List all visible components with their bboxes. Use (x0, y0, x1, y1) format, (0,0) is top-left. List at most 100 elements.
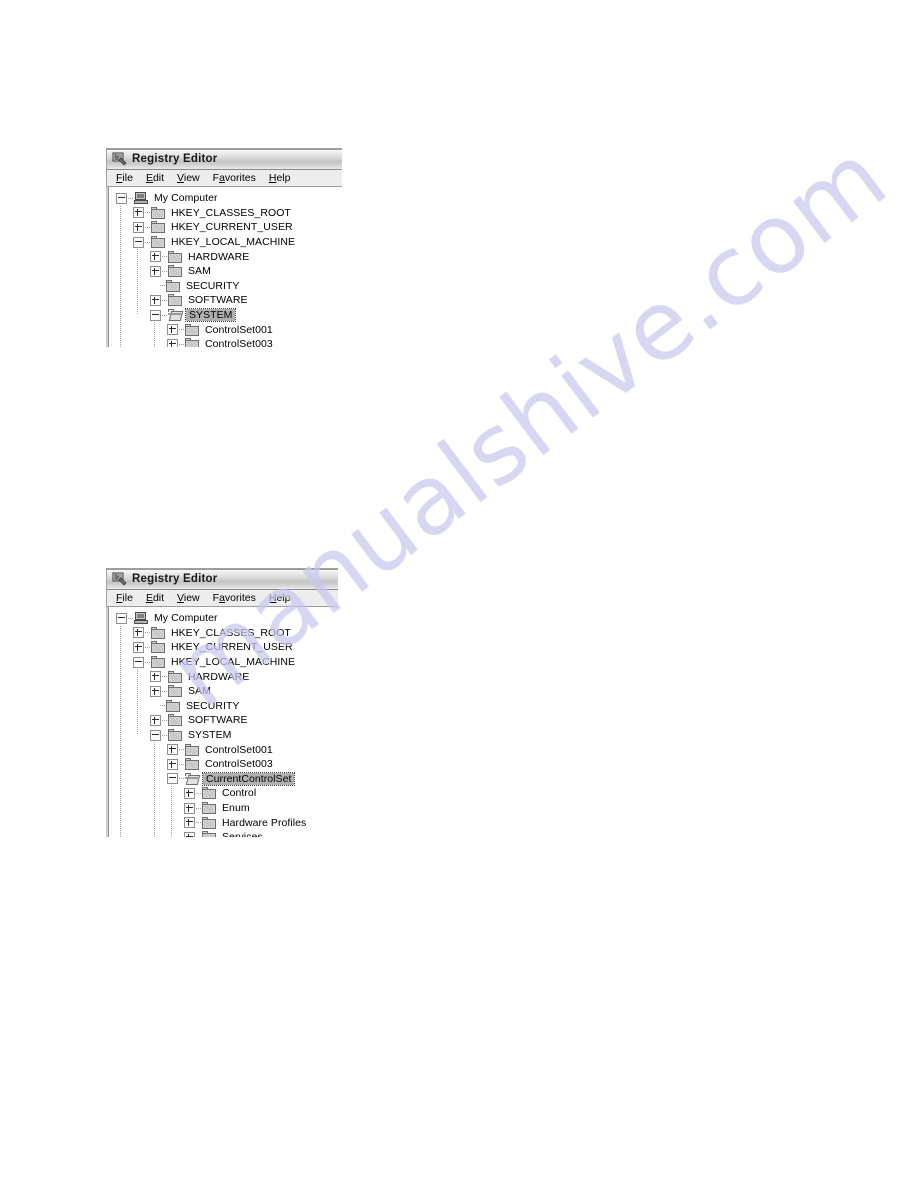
menu-item-help[interactable]: Help (269, 592, 291, 604)
menu-item-edit[interactable]: Edit (146, 592, 164, 604)
tree-item-label: ControlSet003 (205, 758, 273, 771)
tree-item-hardware[interactable]: HARDWARE (108, 669, 338, 684)
menu-item-file[interactable]: File (116, 592, 133, 604)
expand-plus-icon[interactable] (150, 251, 161, 263)
tree-item-sam[interactable]: SAM (108, 264, 342, 279)
tree-item-hkey-current-user[interactable]: HKEY_CURRENT_USER (108, 640, 338, 655)
tree-item-controlset001[interactable]: ControlSet001 (108, 742, 338, 757)
tree-connector (162, 676, 167, 678)
tree-item-label: Control (222, 787, 257, 800)
window-title-bottom: Registry Editor (132, 573, 218, 585)
tree-item-label: HARDWARE (188, 250, 250, 263)
tree-item-sam[interactable]: SAM (108, 684, 338, 699)
expand-plus-icon[interactable] (150, 294, 161, 306)
tree-item-enum[interactable]: Enum (108, 801, 338, 816)
menu-item-view[interactable]: View (177, 172, 200, 184)
expand-plus-icon[interactable] (184, 817, 195, 829)
window-frame-top: Registry Editor File Edit View Favorites Hel… (106, 148, 342, 187)
menu-item-view[interactable]: View (177, 592, 200, 604)
tree-item-label: ControlSet001 (205, 743, 273, 756)
folder-icon (168, 714, 182, 727)
collapse-minus-icon[interactable] (167, 773, 178, 785)
tree-item-controlset003[interactable]: ControlSet003 (108, 337, 342, 347)
folder-icon (168, 265, 182, 278)
tree-item-controlset001[interactable]: ControlSet001 (108, 322, 342, 337)
tree-item-label: SOFTWARE (188, 714, 248, 727)
expand-plus-icon[interactable] (133, 207, 144, 219)
folder-icon (151, 641, 165, 654)
tree-item-system[interactable]: SYSTEM (108, 728, 338, 743)
title-bar-bottom[interactable]: Registry Editor (107, 569, 338, 590)
expand-plus-icon[interactable] (150, 714, 161, 726)
tree-item-services[interactable]: Services (108, 830, 338, 837)
tree-item-security[interactable]: SECURITY (108, 699, 338, 714)
collapse-minus-icon[interactable] (133, 236, 144, 248)
tree-item-hardware[interactable]: HARDWARE (108, 249, 342, 264)
expand-plus-icon[interactable] (167, 744, 178, 756)
folder-icon (168, 250, 182, 263)
tree-item-security[interactable]: SECURITY (108, 279, 342, 294)
registry-tree-bottom[interactable]: My Computer HKEY_CLASSES_ROOT HKEY_CURRENT… (106, 607, 338, 837)
expand-plus-icon[interactable] (167, 324, 178, 336)
expand-plus-icon[interactable] (167, 338, 178, 347)
expand-plus-icon[interactable] (150, 685, 161, 697)
folder-icon (202, 802, 216, 815)
tree-item-currentcontrolset[interactable]: CurrentControlSet (108, 771, 338, 787)
tree-item-label: SAM (188, 265, 211, 278)
title-bar-top[interactable]: Registry Editor (107, 149, 342, 170)
tree-item-label: Enum (222, 802, 250, 815)
menu-item-favorites[interactable]: Favorites (213, 172, 256, 184)
expand-plus-icon[interactable] (184, 831, 195, 837)
tree-item-software[interactable]: SOFTWARE (108, 713, 338, 728)
collapse-minus-icon[interactable] (133, 656, 144, 668)
tree-item-control[interactable]: Control (108, 786, 338, 801)
folder-icon (202, 816, 216, 829)
folder-open-icon (168, 309, 184, 322)
computer-icon (134, 192, 148, 205)
collapse-minus-icon[interactable] (150, 729, 161, 741)
tree-item-label: Hardware Profiles (222, 816, 307, 829)
expand-plus-icon[interactable] (184, 787, 195, 799)
tree-item-hkey-local-machine[interactable]: HKEY_LOCAL_MACHINE (108, 235, 342, 250)
tree-item-hkey-classes-root[interactable]: HKEY_CLASSES_ROOT (108, 206, 342, 221)
menu-item-edit[interactable]: Edit (146, 172, 164, 184)
tree-item-my-computer[interactable]: My Computer (108, 191, 342, 206)
registry-tree-top[interactable]: My Computer HKEY_CLASSES_ROOT HKEY_CURRENT… (106, 187, 342, 347)
tree-item-system[interactable]: SYSTEM (108, 308, 342, 323)
tree-item-hardware-profiles[interactable]: Hardware Profiles (108, 815, 338, 830)
expand-plus-icon[interactable] (150, 671, 161, 683)
expand-plus-icon[interactable] (150, 265, 161, 277)
window-title-top: Registry Editor (132, 153, 218, 165)
folder-icon (151, 656, 165, 669)
tree-connector (160, 285, 165, 287)
tree-item-controlset003[interactable]: ControlSet003 (108, 757, 338, 772)
collapse-minus-icon[interactable] (116, 192, 127, 204)
expand-plus-icon[interactable] (133, 221, 144, 233)
expand-plus-icon[interactable] (184, 802, 195, 814)
menu-item-help[interactable]: Help (269, 172, 291, 184)
menu-item-favorites[interactable]: Favorites (213, 592, 256, 604)
menu-item-file[interactable]: File (116, 172, 133, 184)
expand-plus-icon[interactable] (167, 758, 178, 770)
tree-item-hkey-classes-root[interactable]: HKEY_CLASSES_ROOT (108, 626, 338, 641)
expand-plus-icon[interactable] (133, 641, 144, 653)
tree-item-label: HKEY_CURRENT_USER (171, 641, 293, 654)
expand-plus-icon[interactable] (133, 627, 144, 639)
tree-item-software[interactable]: SOFTWARE (108, 293, 342, 308)
tree-connector (179, 343, 184, 345)
tree-item-hkey-local-machine[interactable]: HKEY_LOCAL_MACHINE (108, 655, 338, 670)
collapse-minus-icon[interactable] (116, 612, 127, 624)
collapse-minus-icon[interactable] (150, 309, 161, 321)
menu-bar-top: File Edit View Favorites Help (107, 170, 342, 187)
tree-connector (145, 646, 150, 648)
tree-item-hkey-current-user[interactable]: HKEY_CURRENT_USER (108, 220, 342, 235)
tree-item-my-computer[interactable]: My Computer (108, 611, 338, 626)
